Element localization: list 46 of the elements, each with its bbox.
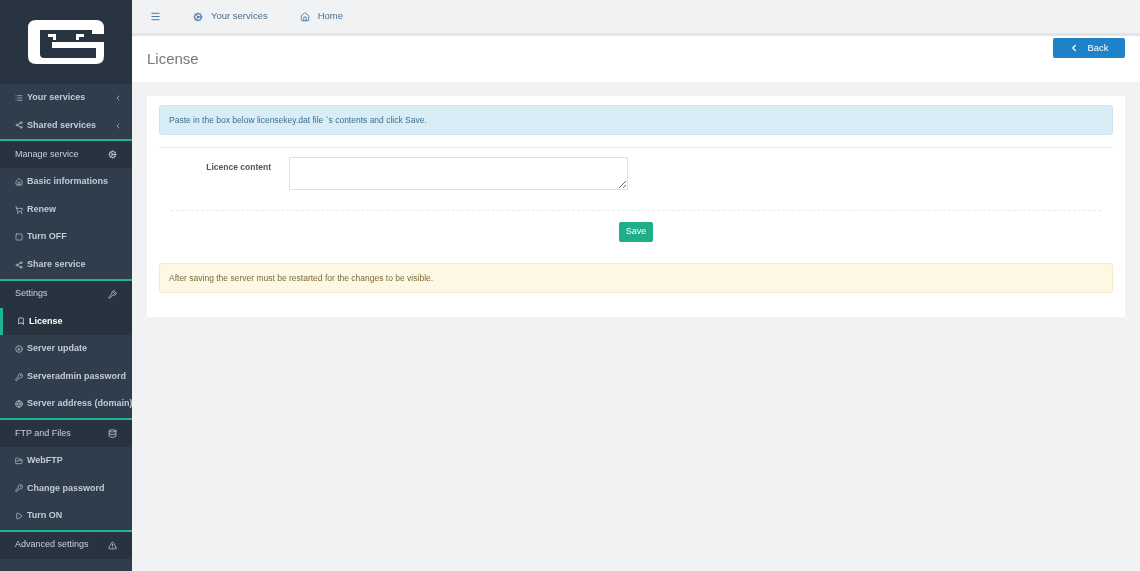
section-title: Manage service	[15, 147, 79, 161]
globe-icon	[15, 400, 23, 409]
chevron-icon	[114, 121, 122, 130]
home-icon	[15, 178, 23, 186]
field-label: Licence content	[205, 161, 271, 174]
topbar-link[interactable]: Home	[299, 9, 344, 24]
section-title: Advanced settings	[15, 538, 89, 552]
licence-content-field[interactable]	[289, 157, 628, 190]
sidebar-item[interactable]: Server update	[0, 335, 132, 363]
sidebar-item[interactable]: Basic informations	[0, 168, 132, 196]
share-icon	[15, 121, 23, 130]
bookmark-icon	[17, 317, 25, 326]
warning-message: After saving the server must be restarted for the changes to be visible.	[169, 271, 434, 285]
key-icon	[15, 484, 23, 493]
wrench-icon	[108, 289, 117, 299]
list-icon	[15, 93, 23, 102]
sidebar-item[interactable]: Your services	[0, 84, 132, 112]
play-icon	[15, 511, 23, 520]
sidebar-item[interactable]: Share service	[0, 250, 132, 279]
home-icon	[299, 11, 310, 22]
section-title: FTP and Files	[15, 426, 71, 440]
chevron-icon	[114, 94, 122, 102]
key-icon	[15, 372, 23, 381]
menu-button[interactable]	[150, 11, 161, 22]
sidebar-item[interactable]: Serveradmin password	[0, 362, 132, 391]
sidebar-item[interactable]: Turn OFF	[0, 223, 132, 251]
warning-icon	[108, 540, 117, 550]
sidebar-item[interactable]: WebFTP	[0, 446, 132, 475]
sidebar-item[interactable]: Renew	[0, 195, 132, 224]
cart-icon	[15, 205, 23, 214]
section-title: Settings	[15, 287, 48, 301]
sidebar-item[interactable]: Change password	[0, 474, 132, 503]
sidebar-item[interactable]: Turn ON	[0, 502, 132, 530]
share-icon	[15, 260, 23, 269]
sidebar-item[interactable]: Shared services	[0, 111, 132, 140]
download-icon	[15, 344, 23, 353]
page-title: License	[147, 49, 199, 69]
folder-icon	[15, 456, 23, 465]
back-button[interactable]: Back	[1053, 38, 1125, 58]
sidebar-item[interactable]: Server address (domain)	[0, 390, 132, 418]
topbar-link[interactable]: Your services	[193, 9, 268, 24]
sidebar-item[interactable]: License	[0, 307, 132, 336]
info-message: Paste in the box below licensekey.dat file `s contents and click Save.	[169, 113, 427, 127]
database-icon	[108, 428, 117, 438]
square-icon	[15, 233, 23, 242]
logo-icon	[26, 18, 106, 66]
